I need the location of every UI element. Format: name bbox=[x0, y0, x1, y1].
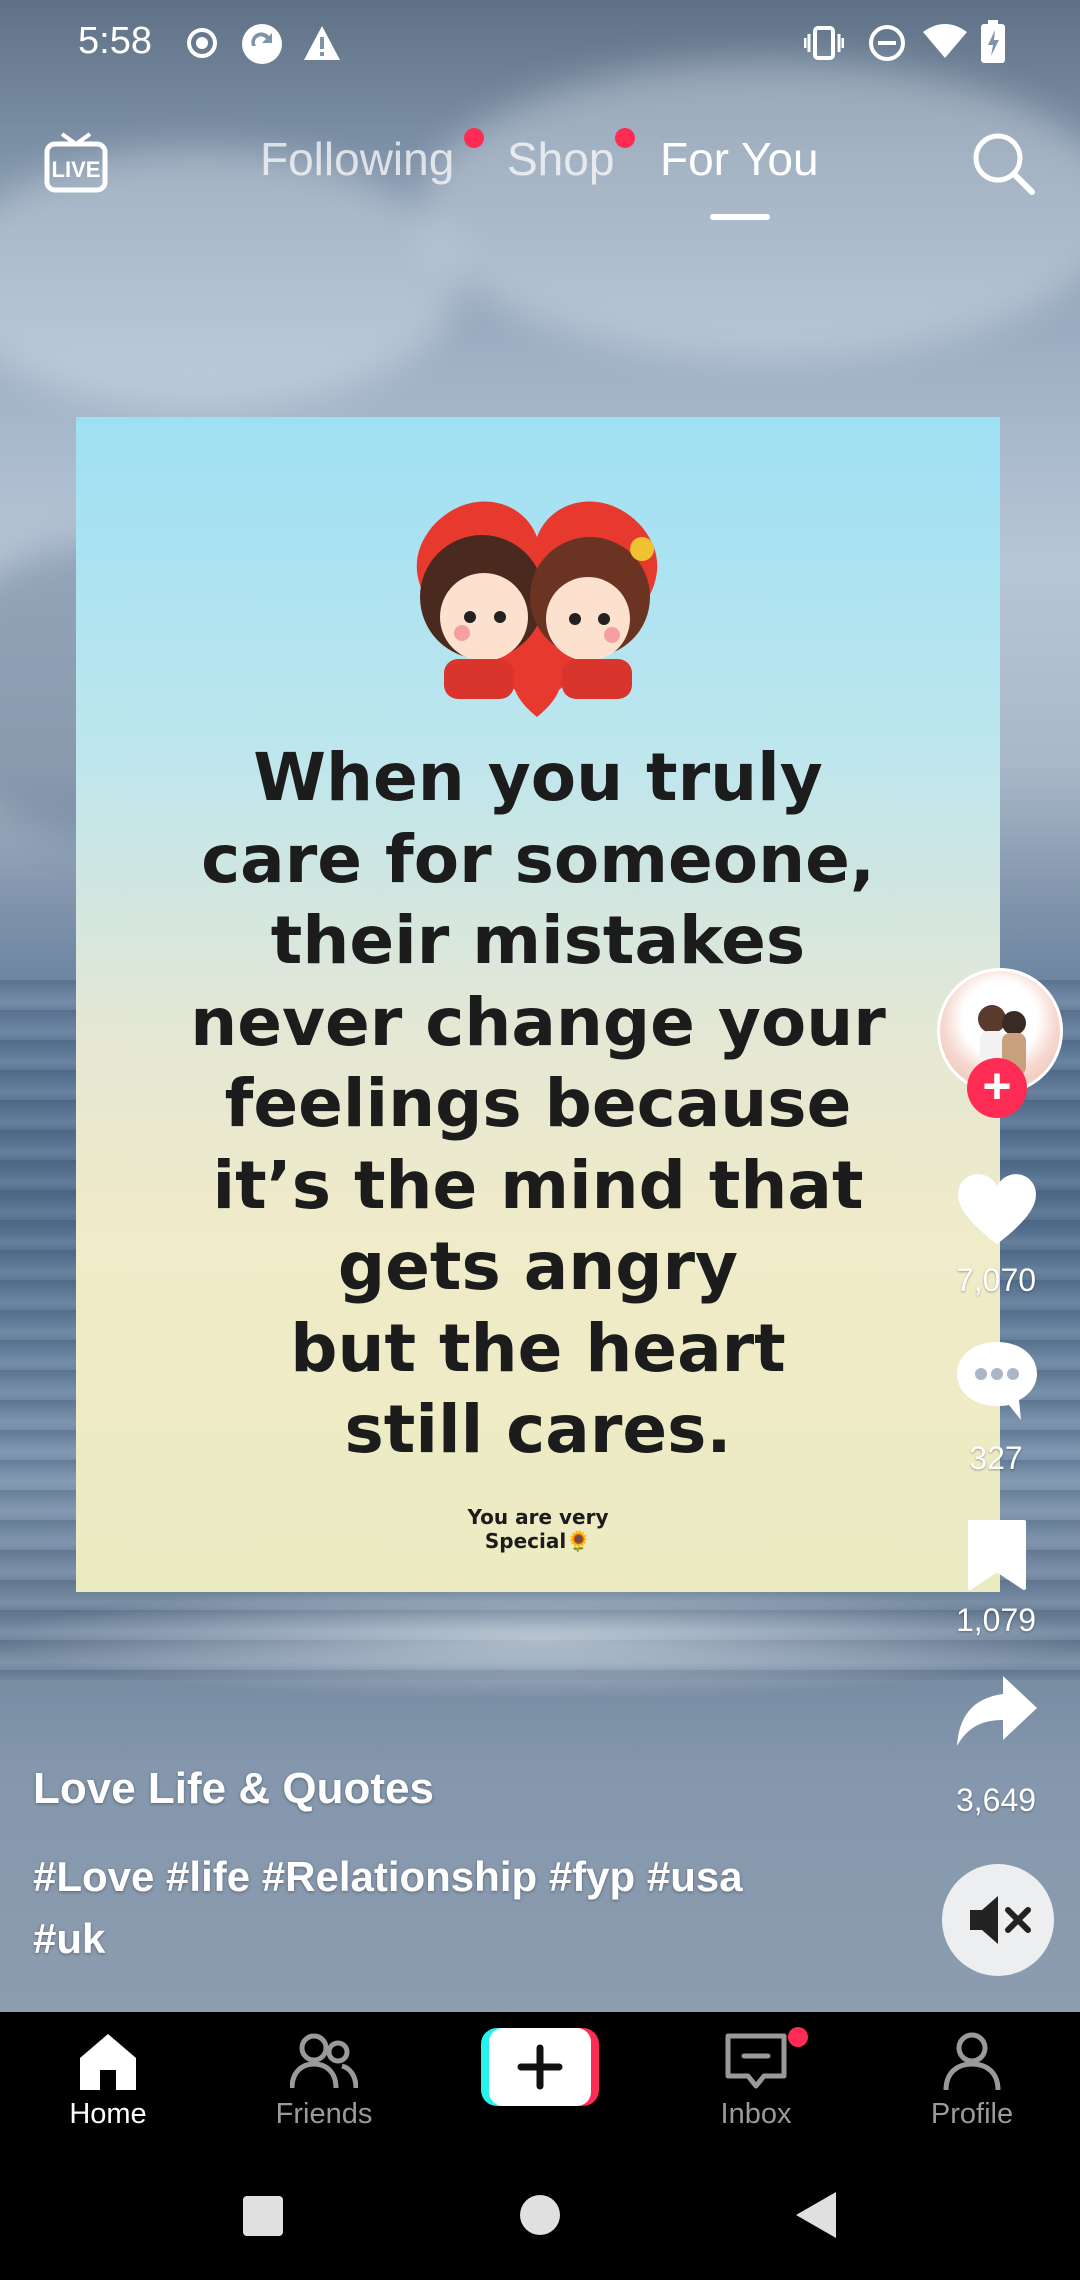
following-notification-dot bbox=[464, 128, 484, 148]
save-count: 1,079 bbox=[955, 1602, 1037, 1638]
nav-profile[interactable]: Profile bbox=[882, 2012, 1062, 2160]
profile-icon bbox=[943, 2032, 1001, 2091]
comment-count: 327 bbox=[969, 1440, 1023, 1476]
search-icon[interactable] bbox=[970, 130, 1036, 196]
post-quote-text: When you truly care for someone, their m… bbox=[190, 739, 886, 1468]
mute-button[interactable] bbox=[942, 1864, 1054, 1976]
battery-icon bbox=[981, 20, 1005, 63]
nav-friends[interactable]: Friends bbox=[234, 2012, 414, 2160]
feed-tabs: Following Shop For You bbox=[0, 128, 1080, 202]
tab-for-you[interactable]: For You bbox=[660, 132, 819, 186]
background-cloud bbox=[420, 60, 1080, 360]
home-icon bbox=[80, 2034, 136, 2090]
back-button[interactable] bbox=[794, 2190, 838, 2240]
create-button[interactable] bbox=[481, 2028, 599, 2106]
status-time: 5:58 bbox=[78, 20, 152, 62]
background-wave bbox=[0, 1580, 1080, 1700]
nav-home-label: Home bbox=[69, 2098, 147, 2130]
record-icon bbox=[187, 28, 217, 58]
system-nav-bar bbox=[0, 2160, 1080, 2280]
post-footer-text: You are very Special🌻 bbox=[467, 1505, 609, 1553]
status-bar: 5:58 bbox=[0, 0, 1080, 86]
tab-shop[interactable]: Shop bbox=[507, 132, 614, 186]
couple-illustration bbox=[416, 501, 658, 717]
vibrate-icon bbox=[804, 26, 844, 60]
heart-icon[interactable] bbox=[955, 1170, 1039, 1246]
nav-inbox[interactable]: Inbox bbox=[666, 2012, 846, 2160]
do-not-disturb-icon bbox=[869, 25, 905, 61]
active-tab-indicator bbox=[710, 214, 770, 220]
tab-following[interactable]: Following bbox=[260, 132, 454, 186]
nav-friends-label: Friends bbox=[275, 2098, 373, 2130]
speaker-muted-icon bbox=[970, 1896, 1031, 1944]
nav-inbox-label: Inbox bbox=[720, 2098, 792, 2130]
follow-button[interactable]: + bbox=[967, 1058, 1027, 1118]
author-name[interactable]: Love Life & Quotes bbox=[33, 1764, 434, 1814]
recents-button[interactable] bbox=[242, 2195, 284, 2237]
video-feed[interactable]: 5:58 LIVE Following Shop For You When yo… bbox=[0, 0, 1080, 2012]
home-system-button[interactable] bbox=[519, 2194, 561, 2236]
sync-icon bbox=[242, 24, 282, 64]
post-image: When you truly care for someone, their m… bbox=[76, 417, 1000, 1592]
like-count: 7,070 bbox=[955, 1262, 1037, 1298]
wifi-icon bbox=[923, 24, 967, 58]
friends-icon bbox=[290, 2033, 358, 2089]
nav-home[interactable]: Home bbox=[18, 2012, 198, 2160]
comment-icon[interactable] bbox=[955, 1340, 1039, 1422]
share-count: 3,649 bbox=[955, 1782, 1037, 1818]
shop-notification-dot bbox=[615, 128, 635, 148]
post-caption[interactable]: #Love #life #Relationship #fyp #usa #uk bbox=[33, 1846, 793, 1970]
inbox-icon bbox=[725, 2033, 787, 2089]
bookmark-icon[interactable] bbox=[966, 1518, 1028, 1592]
warning-icon bbox=[304, 26, 340, 60]
inbox-notification-dot bbox=[788, 2027, 808, 2047]
nav-profile-label: Profile bbox=[930, 2098, 1014, 2130]
share-icon[interactable] bbox=[955, 1672, 1039, 1750]
